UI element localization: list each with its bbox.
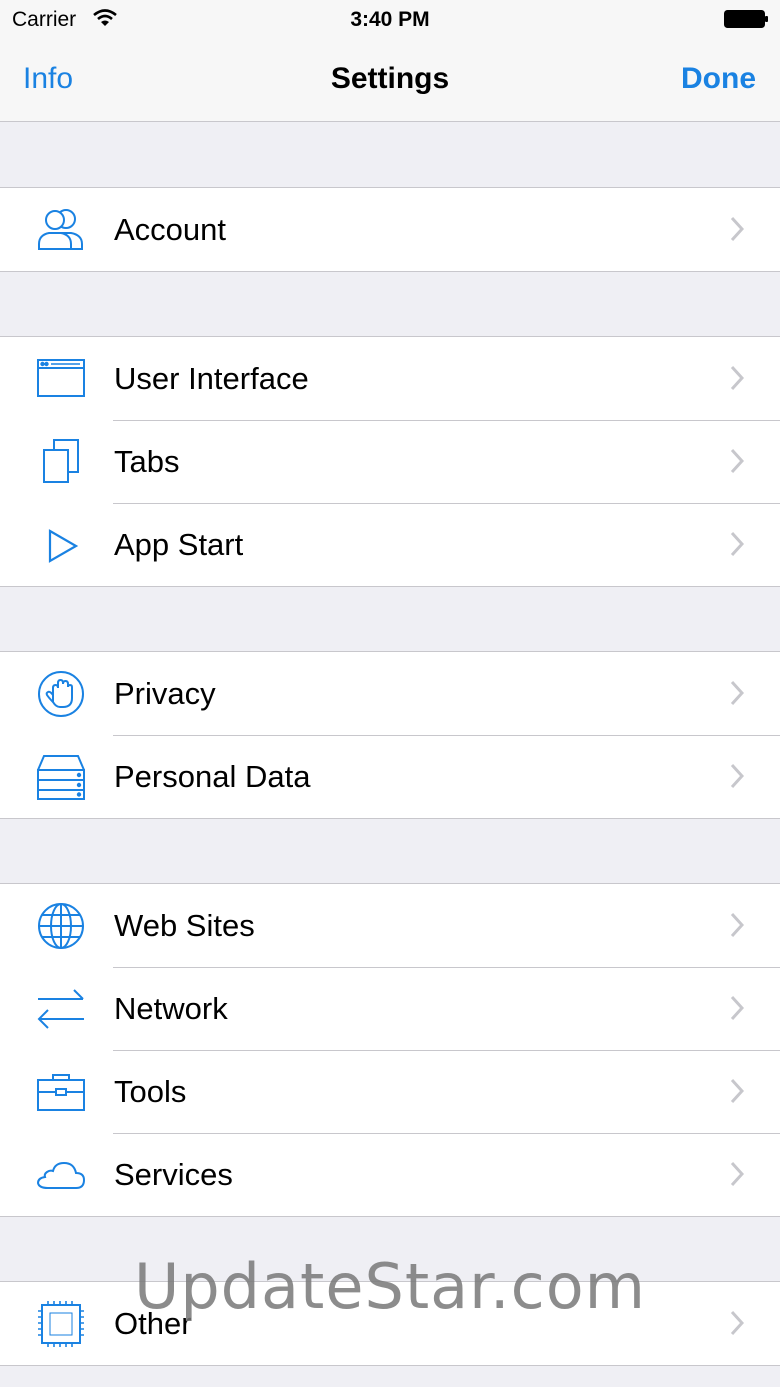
settings-row-account[interactable]: Account [0,188,780,271]
settings-row-network[interactable]: Network [0,967,780,1050]
globe-icon [38,903,84,949]
settings-group-account: Account [0,187,780,272]
row-label: Privacy [114,676,216,711]
arrows-icon [37,989,84,1029]
window-icon [37,359,85,397]
chevron-right-icon [730,912,744,938]
settings-group-privacy: Privacy Personal Data [0,651,780,819]
toolbox-icon [37,1074,85,1111]
settings-row-services[interactable]: Services [0,1133,780,1216]
row-label: User Interface [114,361,309,396]
row-label: Personal Data [114,759,311,794]
chevron-right-icon [730,1161,744,1187]
settings-group-other: Other [0,1281,780,1366]
clock: 3:40 PM [350,8,430,31]
play-icon [48,529,79,563]
chevron-right-icon [730,1078,744,1104]
row-label: Network [114,991,228,1026]
row-label: Web Sites [114,908,255,943]
done-button[interactable]: Done [681,62,756,96]
settings-group-interface: User Interface Tabs App Start [0,336,780,587]
navigation-bar: Info Settings Done [0,40,780,122]
settings-row-personal-data[interactable]: Personal Data [0,735,780,818]
chevron-right-icon [730,1310,744,1336]
row-label: Account [114,212,227,247]
battery-icon [724,10,768,28]
chevron-right-icon [730,995,744,1021]
row-label: Other [114,1306,192,1341]
settings-group-web: Web Sites Network Tools Services [0,883,780,1217]
hand-icon [38,671,84,717]
row-label: App Start [114,527,244,562]
settings-row-tabs[interactable]: Tabs [0,420,780,503]
row-label: Tabs [114,444,180,479]
chip-icon [38,1301,84,1347]
cloud-icon [36,1161,86,1189]
settings-row-other[interactable]: Other [0,1282,780,1365]
chevron-right-icon [730,763,744,789]
chevron-right-icon [730,448,744,474]
page-title: Settings [330,62,450,95]
row-label: Services [114,1157,233,1192]
settings-row-tools[interactable]: Tools [0,1050,780,1133]
chevron-right-icon [730,216,744,242]
settings-row-privacy[interactable]: Privacy [0,652,780,735]
chevron-right-icon [730,680,744,706]
chevron-right-icon [730,365,744,391]
storage-icon [37,755,85,800]
chevron-right-icon [730,531,744,557]
settings-row-web-sites[interactable]: Web Sites [0,884,780,967]
tabs-icon [43,439,79,483]
account-icon [38,209,83,250]
row-label: Tools [114,1074,187,1109]
status-bar: Carrier 3:40 PM [0,0,780,40]
settings-row-user-interface[interactable]: User Interface [0,337,780,420]
settings-row-app-start[interactable]: App Start [0,503,780,586]
